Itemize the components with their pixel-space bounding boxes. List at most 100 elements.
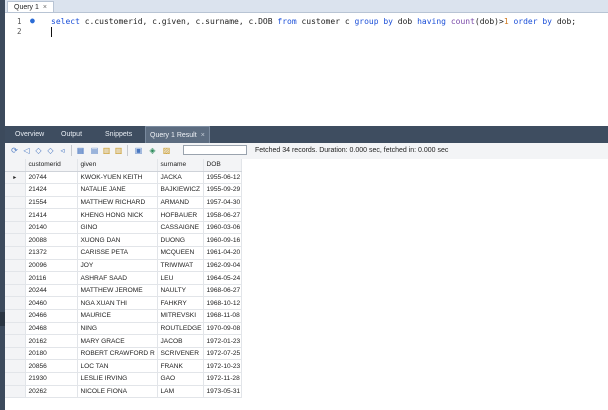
cell-customerid[interactable]: 20468	[25, 322, 78, 336]
table-row[interactable]: 20180 ROBERT CRAWFORD R SCRIVENER 1972-07-2…	[5, 347, 242, 361]
row-selector[interactable]	[5, 183, 26, 197]
cell-customerid[interactable]: 20140	[25, 221, 78, 235]
previous-record-icon[interactable]: ◇	[33, 145, 44, 156]
column-header-given[interactable]: given	[77, 159, 158, 172]
cell-customerid[interactable]: 20262	[25, 385, 78, 399]
cell-given[interactable]: CARISSE PETA	[77, 246, 158, 260]
row-selector[interactable]	[5, 246, 26, 260]
table-row[interactable]: 20460 NGA XUAN THI FAHKRY 1968-10-12	[5, 296, 242, 311]
close-icon[interactable]: ×	[43, 4, 47, 11]
table-row[interactable]: ▸ 20744 KWOK-YUEN KEITH JACKA 1955-06-12	[5, 171, 242, 185]
cell-surname[interactable]: ARMAND	[157, 196, 204, 210]
cell-customerid[interactable]: 21554	[25, 196, 78, 210]
cell-dob[interactable]: 1955-09-29	[203, 183, 242, 197]
cell-dob[interactable]: 1960-03-06	[203, 221, 242, 235]
cell-surname[interactable]: MCQUEEN	[157, 246, 204, 260]
table-row[interactable]: 20466 MAURICE MITREVSKI 1968-11-08	[5, 309, 242, 323]
table-row[interactable]: 20468 NING ROUTLEDGE 1970-09-08	[5, 322, 242, 336]
cell-dob[interactable]: 1968-11-08	[203, 309, 242, 323]
cell-dob[interactable]: 1973-05-31	[203, 385, 242, 399]
row-selector[interactable]	[5, 284, 26, 298]
cell-customerid[interactable]: 20180	[25, 347, 78, 361]
row-selector[interactable]	[5, 259, 26, 273]
cell-given[interactable]: XUONG DAN	[77, 233, 158, 248]
row-selector[interactable]	[5, 359, 26, 373]
cell-customerid[interactable]: 20460	[25, 296, 78, 311]
cell-given[interactable]: NGA XUAN THI	[77, 296, 158, 311]
cell-dob[interactable]: 1972-07-25	[203, 347, 242, 361]
row-selector[interactable]	[5, 208, 26, 222]
table-row[interactable]: 20116 ASHRAF SAAD LEU 1964-05-24	[5, 271, 242, 285]
table-row[interactable]: 21930 LESLIE IRVING GAO 1972-11-28	[5, 372, 242, 386]
cell-given[interactable]: NICOLE FIONA	[77, 385, 158, 399]
cell-dob[interactable]: 1972-10-23	[203, 359, 242, 373]
delete-row-icon[interactable]: ▥	[113, 145, 124, 156]
cell-given[interactable]: MAURICE	[77, 309, 158, 323]
cell-customerid[interactable]: 20088	[25, 233, 78, 248]
tab-query-1[interactable]: Query 1 ×	[7, 1, 54, 12]
cell-customerid[interactable]: 21930	[25, 372, 78, 386]
cell-given[interactable]: NING	[77, 322, 158, 336]
cell-customerid[interactable]: 20116	[25, 271, 78, 285]
grid-view-icon[interactable]: ▦	[75, 145, 86, 156]
cell-surname[interactable]: BAJKIEWICZ	[157, 183, 204, 197]
table-row[interactable]: 21414 KHENG HONG NICK HOFBAUER 1958-06-27	[5, 208, 242, 222]
cell-customerid[interactable]: 21424	[25, 183, 78, 197]
cell-given[interactable]: MARY GRACE	[77, 334, 158, 348]
cell-dob[interactable]: 1958-06-27	[203, 208, 242, 222]
table-row[interactable]: 21554 MATTHEW RICHARD ARMAND 1957-04-30	[5, 196, 242, 210]
row-selector[interactable]	[5, 322, 26, 336]
row-selector[interactable]: ▸	[5, 171, 26, 185]
cell-surname[interactable]: FRANK	[157, 359, 204, 373]
tab-snippets[interactable]: Snippets	[101, 126, 136, 143]
cell-customerid[interactable]: 20466	[25, 309, 78, 323]
cell-surname[interactable]: JACKA	[157, 171, 204, 185]
table-row[interactable]: 20140 GINO CASSAIGNE 1960-03-06	[5, 221, 242, 235]
table-row[interactable]: 20096 JOY TRIWIWAT 1962-09-04	[5, 259, 242, 273]
row-selector[interactable]	[5, 271, 26, 285]
first-record-icon[interactable]: ◁	[21, 145, 32, 156]
cell-dob[interactable]: 1964-05-24	[203, 271, 242, 285]
row-selector[interactable]	[5, 196, 26, 210]
table-row[interactable]: 20244 MATTHEW JEROME NAULTY 1968-06-27	[5, 284, 242, 298]
cell-surname[interactable]: SCRIVENER	[157, 347, 204, 361]
cell-dob[interactable]: 1968-06-27	[203, 284, 242, 298]
cell-given[interactable]: ROBERT CRAWFORD R	[77, 347, 158, 361]
tab-overview[interactable]: Overview	[11, 126, 48, 143]
cell-customerid[interactable]: 21372	[25, 246, 78, 260]
cell-dob[interactable]: 1972-11-28	[203, 372, 242, 386]
wrap-cell-icon[interactable]: ▨	[161, 145, 172, 156]
row-selector[interactable]	[5, 347, 26, 361]
tab-output[interactable]: Output	[57, 126, 86, 143]
cell-surname[interactable]: HOFBAUER	[157, 208, 204, 222]
cell-dob[interactable]: 1961-04-20	[203, 246, 242, 260]
cell-given[interactable]: KWOK-YUEN KEITH	[77, 171, 158, 185]
row-selector[interactable]	[5, 385, 26, 399]
table-row[interactable]: 20088 XUONG DAN DUONG 1960-09-16	[5, 233, 242, 248]
cell-surname[interactable]: LAM	[157, 385, 204, 399]
cell-surname[interactable]: GAO	[157, 372, 204, 386]
cell-given[interactable]: KHENG HONG NICK	[77, 208, 158, 222]
row-selector[interactable]	[5, 334, 26, 348]
table-row[interactable]: 20162 MARY GRACE JACOB 1972-01-23	[5, 334, 242, 348]
cell-surname[interactable]: NAULTY	[157, 284, 204, 298]
row-selector-header[interactable]	[5, 159, 26, 172]
table-row[interactable]: 21424 NATALIE JANE BAJKIEWICZ 1955-09-29	[5, 183, 242, 197]
cell-customerid[interactable]: 20744	[25, 171, 78, 185]
close-icon[interactable]: ×	[201, 132, 205, 139]
cell-customerid[interactable]: 21414	[25, 208, 78, 222]
cell-given[interactable]: ASHRAF SAAD	[77, 271, 158, 285]
cell-surname[interactable]: TRIWIWAT	[157, 259, 204, 273]
cell-dob[interactable]: 1955-06-12	[203, 171, 242, 185]
cell-surname[interactable]: FAHKRY	[157, 296, 204, 311]
refresh-icon[interactable]: ⟳	[9, 145, 20, 156]
cell-dob[interactable]: 1968-10-12	[203, 296, 242, 311]
cell-dob[interactable]: 1962-09-04	[203, 259, 242, 273]
row-selector[interactable]	[5, 233, 26, 248]
cell-customerid[interactable]: 20096	[25, 259, 78, 273]
cell-customerid[interactable]: 20856	[25, 359, 78, 373]
cell-given[interactable]: NATALIE JANE	[77, 183, 158, 197]
column-header-dob[interactable]: DOB	[203, 159, 242, 172]
cell-surname[interactable]: CASSAIGNE	[157, 221, 204, 235]
sql-editor[interactable]: 1 ● 2 select c.customerid, c.given, c.su…	[5, 13, 608, 126]
